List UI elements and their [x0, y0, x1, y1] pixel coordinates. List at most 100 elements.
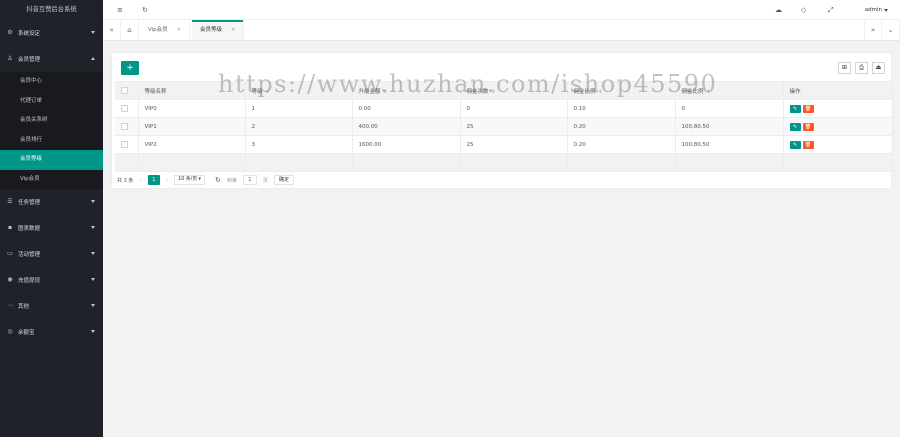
tab-label: 会员等级 [200, 27, 223, 33]
row-actions: ✎ 🗑 [783, 135, 893, 154]
table-cell: 25 [460, 117, 568, 136]
sort-icon[interactable]: ⇕ [707, 90, 711, 95]
sidebar-item-member-ranking[interactable]: 会员排行 [0, 131, 103, 151]
chevron-down-icon [91, 31, 95, 34]
row-checkbox[interactable] [121, 123, 128, 130]
row-checkbox[interactable] [121, 141, 128, 148]
nav-group-label: 活动管理 [18, 252, 41, 258]
nav-group-label: 任务管理 [18, 200, 41, 206]
level-table: 等级名称 等级 ⇕ 升级金额 ⇕ 佣金次数 ⇕ 佣金比例 ⇕ 佣金比例 ⇕ 操作 VIP0… [115, 81, 893, 172]
nav-group-activity-management[interactable]: ▭ 活动管理 [0, 241, 103, 267]
nav-group-balance[interactable]: ◎ 余额宝 [0, 319, 103, 345]
sidebar-item-member-tree[interactable]: 会员关系树 [0, 111, 103, 131]
table-cell: 1 [245, 99, 353, 118]
select-all-checkbox[interactable] [121, 87, 128, 94]
member-submenu: 会员中心 代理订单 会员关系树 会员排行 会员等级 Vip会员 [0, 72, 103, 189]
row-checkbox[interactable] [121, 105, 128, 112]
sort-icon[interactable]: ⇕ [599, 90, 603, 95]
table-cell: 400.00 [352, 117, 461, 136]
prev-page-icon[interactable]: ‹ [139, 177, 141, 184]
column-header-label: 等级名称 [144, 88, 167, 95]
table-cell: 3 [245, 135, 353, 154]
close-icon[interactable]: ✕ [231, 27, 235, 33]
sidebar-item-vip-member[interactable]: Vip会员 [0, 170, 103, 190]
tag-icon[interactable]: ◇ [801, 5, 806, 15]
tabs-menu-chevron-icon[interactable]: ⌄ [882, 20, 900, 40]
nav-group-label: 其他 [18, 304, 30, 310]
delete-icon[interactable]: 🗑 [802, 104, 814, 113]
nav-group-chart-data[interactable]: ▪ 图表数据 [0, 215, 103, 241]
page-number-current[interactable]: 1 [147, 175, 160, 185]
column-header-label: 佣金比例 [681, 88, 704, 95]
sort-icon[interactable]: ⇕ [384, 90, 388, 95]
print-icon[interactable]: ⎙ [855, 62, 868, 74]
next-page-icon[interactable]: › [166, 177, 168, 184]
refresh-icon[interactable]: ↻ [142, 5, 148, 15]
nav-group-task-management[interactable]: ☰ 任务管理 [0, 189, 103, 215]
sort-icon[interactable]: ⇕ [492, 90, 496, 95]
chevron-down-icon [91, 226, 95, 229]
edit-icon[interactable]: ✎ [789, 140, 801, 149]
table-cell: 0.20 [567, 117, 676, 136]
export-icon[interactable]: ⏏ [872, 62, 885, 74]
menu-toggle-icon[interactable]: ≡ [117, 5, 123, 15]
sidebar-item-agent-orders[interactable]: 代理订单 [0, 92, 103, 112]
chevron-down-icon [91, 330, 95, 333]
nav-group-member-management[interactable]: ♙ 会员管理 [0, 46, 103, 72]
chevron-down-icon [91, 252, 95, 255]
column-header[interactable]: 佣金比例 ⇕ [675, 81, 784, 100]
theme-icon[interactable]: ☁ [775, 5, 782, 15]
delete-icon[interactable]: 🗑 [802, 122, 814, 131]
home-icon[interactable]: ⌂ [121, 20, 139, 40]
column-header[interactable]: 升级金额 ⇕ [352, 81, 461, 100]
header-checkbox-cell [115, 81, 139, 100]
goto-page-input[interactable]: 1 [242, 175, 257, 185]
table-cell: VIP1 [138, 117, 246, 136]
edit-icon[interactable]: ✎ [789, 122, 801, 131]
row-checkbox-cell [115, 117, 139, 136]
recharge-icon: ◉ [7, 276, 13, 283]
table-row: VIP1 2 400.00 25 0.20 100,80,50 ✎ 🗑 [115, 117, 893, 136]
tabs-scroll-left-icon[interactable]: « [103, 20, 121, 40]
table-header-row: 等级名称 等级 ⇕ 升级金额 ⇕ 佣金次数 ⇕ 佣金比例 ⇕ 佣金比例 ⇕ 操作 [115, 81, 893, 100]
fullscreen-icon[interactable]: ⤢ [828, 5, 834, 15]
column-header[interactable]: 佣金次数 ⇕ [460, 81, 568, 100]
tab-vip-member[interactable]: Vip会员 ✕ [140, 20, 190, 40]
page-size-value: 10 条/页 [178, 177, 198, 182]
row-actions: ✎ 🗑 [783, 117, 893, 136]
nav-group-recharge-withdraw[interactable]: ◉ 充值提现 [0, 267, 103, 293]
gear-icon: ⚙ [7, 29, 13, 36]
add-level-button[interactable]: + [121, 61, 139, 75]
row-checkbox-cell [115, 99, 139, 118]
sort-icon[interactable]: ⇕ [266, 90, 270, 95]
user-menu[interactable]: admin [865, 5, 882, 15]
activity-icon: ▭ [7, 250, 13, 257]
table-row: VIP0 1 0.00 0 0.10 0 ✎ 🗑 [115, 99, 893, 118]
table-cell: 100,80,50 [675, 117, 784, 136]
sidebar-item-member-center[interactable]: 会员中心 [0, 72, 103, 92]
tabs-scroll-right-icon[interactable]: » [864, 20, 882, 40]
delete-icon[interactable]: 🗑 [802, 140, 814, 149]
column-header[interactable]: 佣金比例 ⇕ [567, 81, 676, 100]
table-cell: 0.00 [352, 99, 461, 118]
table-cell: 0.10 [567, 99, 676, 118]
page-size-select[interactable]: 10 条/页 ▾ [174, 175, 205, 185]
column-header[interactable]: 等级 ⇕ [245, 81, 353, 100]
pagination: 共 3 条 ‹ 1 › 10 条/页 ▾ ↻ 到第 1 页 确定 [117, 174, 300, 186]
balance-icon: ◎ [7, 328, 13, 335]
table-cell: 100,80,50 [675, 135, 784, 154]
edit-icon[interactable]: ✎ [789, 104, 801, 113]
columns-filter-icon[interactable]: ⊞ [838, 62, 851, 74]
nav-group-system-settings[interactable]: ⚙ 系统设定 [0, 20, 103, 46]
sidebar-item-member-level[interactable]: 会员等级 [0, 150, 103, 170]
close-icon[interactable]: ✕ [177, 27, 181, 33]
column-header-label: 佣金比例 [573, 88, 596, 95]
tab-member-level[interactable]: 会员等级 ✕ [192, 20, 245, 40]
goto-confirm-button[interactable]: 确定 [273, 175, 294, 185]
chevron-down-icon [91, 304, 95, 307]
table-cell: VIP2 [138, 135, 246, 154]
nav-group-other[interactable]: ⋯ 其他 [0, 293, 103, 319]
refresh-icon[interactable]: ↻ [215, 176, 221, 184]
more-icon: ⋯ [7, 302, 13, 309]
goto-label: 到第 [226, 177, 237, 184]
